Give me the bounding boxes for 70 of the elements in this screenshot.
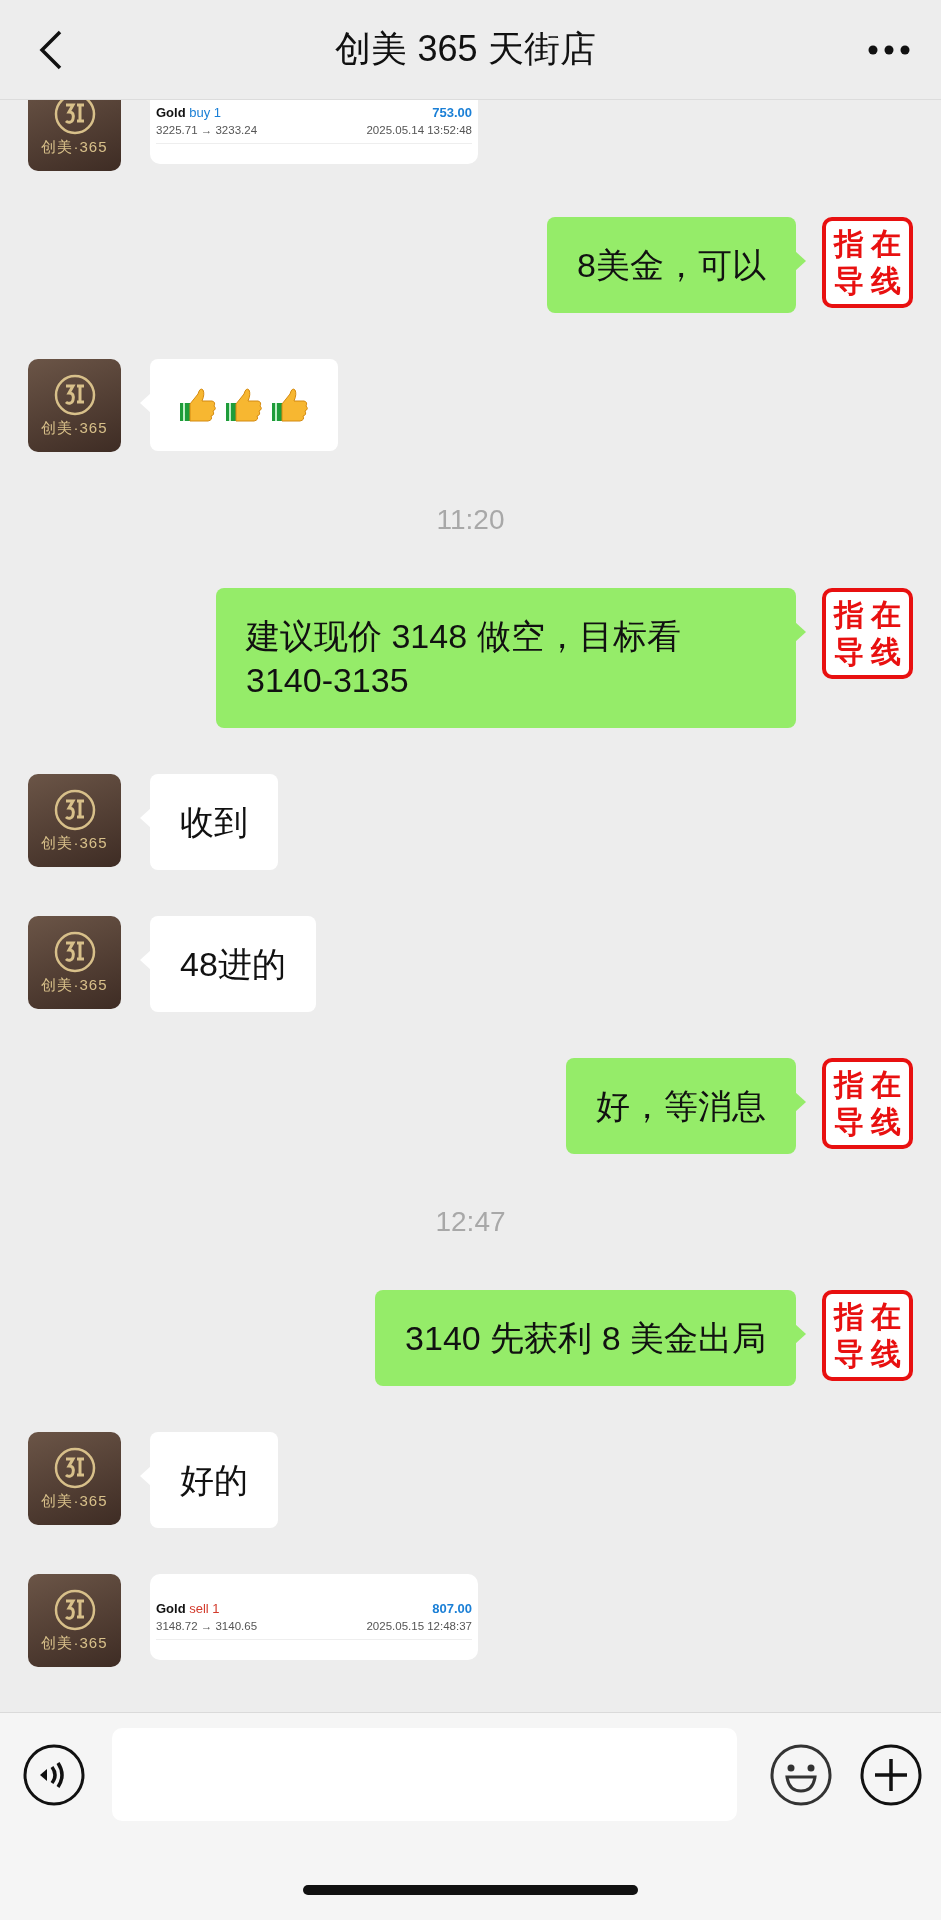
- bubble-tail: [795, 1324, 806, 1344]
- avatar-label: 创美·365: [41, 834, 108, 853]
- seal-avatar[interactable]: 指 在 导 线: [822, 217, 913, 308]
- seal-character: 在: [871, 225, 902, 262]
- logo-icon: [52, 1588, 97, 1632]
- seal-character: 指: [833, 1298, 864, 1335]
- timestamp: 12:47: [435, 1206, 506, 1238]
- avatar-label: 创美·365: [41, 976, 108, 995]
- logo-icon: [52, 788, 97, 832]
- thumbs-up-icon: [270, 385, 310, 425]
- message-bubble[interactable]: 好，等消息: [566, 1058, 796, 1154]
- chat-title: 创美 365 天街店: [335, 27, 596, 71]
- logo-icon: [52, 930, 97, 974]
- message-bubble[interactable]: 8美金，可以: [547, 217, 796, 313]
- seal-character: 指: [833, 1066, 864, 1103]
- thumbs-up-icon: [224, 385, 264, 425]
- seal-character: 在: [871, 1298, 902, 1335]
- seal-character: 导: [833, 634, 864, 671]
- logo-icon: [52, 100, 97, 136]
- logo-icon: [52, 373, 97, 417]
- bubble-tail: [795, 251, 806, 271]
- emoji-button[interactable]: [769, 1742, 833, 1807]
- trade-card[interactable]: Gold buy 1 753.00 3225.71 → 3233.24 2025.05.14 13:52:48: [150, 100, 478, 164]
- trade-title: Gold sell 1: [156, 1600, 220, 1616]
- avatar[interactable]: 创美·365: [28, 359, 121, 452]
- avatar-label: 创美·365: [41, 1634, 108, 1653]
- message-bubble[interactable]: 收到: [150, 774, 278, 870]
- trade-time: 2025.05.15 12:48:37: [366, 1620, 472, 1632]
- message-bubble[interactable]: 3140 先获利 8 美金出局: [375, 1290, 796, 1386]
- avatar[interactable]: 创美·365: [28, 1432, 121, 1525]
- seal-character: 线: [871, 634, 902, 671]
- trade-title: Gold buy 1: [156, 104, 222, 120]
- avatar[interactable]: 创美·365: [28, 1574, 121, 1667]
- avatar[interactable]: 创美·365: [28, 916, 121, 1009]
- seal-character: 指: [833, 596, 864, 633]
- seal-character: 导: [833, 263, 864, 300]
- trade-prices: 3148.72 → 3140.65: [156, 1620, 258, 1632]
- seal-character: 线: [871, 263, 902, 300]
- seal-character: 指: [833, 225, 864, 262]
- more-button[interactable]: [867, 43, 911, 56]
- seal-character: 在: [871, 1066, 902, 1103]
- voice-button[interactable]: [22, 1742, 86, 1807]
- bubble-tail: [795, 622, 806, 642]
- message-bubble[interactable]: 建议现价 3148 做空，目标看 3140-3135: [216, 588, 796, 728]
- seal-avatar[interactable]: 指 在 导 线: [822, 588, 913, 679]
- seal-character: 导: [833, 1336, 864, 1373]
- add-button[interactable]: [859, 1742, 923, 1807]
- timestamp: 11:20: [436, 504, 505, 536]
- emoji-bubble[interactable]: [150, 359, 338, 451]
- trade-profit: 807.00: [432, 1600, 472, 1616]
- avatar[interactable]: 创美·365: [28, 100, 121, 171]
- avatar-label: 创美·365: [41, 138, 108, 157]
- message-bubble[interactable]: 48进的: [150, 916, 316, 1012]
- avatar[interactable]: 创美·365: [28, 774, 121, 867]
- seal-character: 导: [833, 1104, 864, 1141]
- bubble-tail: [795, 1092, 806, 1112]
- avatar-label: 创美·365: [41, 419, 108, 438]
- trade-profit: 753.00: [432, 104, 472, 120]
- trade-card[interactable]: Gold sell 1 807.00 3148.72 → 3140.65 2025.05.15 12:48:37: [150, 1574, 478, 1660]
- seal-avatar[interactable]: 指 在 导 线: [822, 1058, 913, 1149]
- logo-icon: [52, 1446, 97, 1490]
- thumbs-up-icon: [178, 385, 218, 425]
- avatar-label: 创美·365: [41, 1492, 108, 1511]
- seal-character: 在: [871, 596, 902, 633]
- seal-character: 线: [871, 1104, 902, 1141]
- seal-character: 线: [871, 1336, 902, 1373]
- trade-prices: 3225.71 → 3233.24: [156, 124, 258, 136]
- message-bubble[interactable]: 好的: [150, 1432, 278, 1528]
- trade-time: 2025.05.14 13:52:48: [366, 124, 472, 136]
- seal-avatar[interactable]: 指 在 导 线: [822, 1290, 913, 1381]
